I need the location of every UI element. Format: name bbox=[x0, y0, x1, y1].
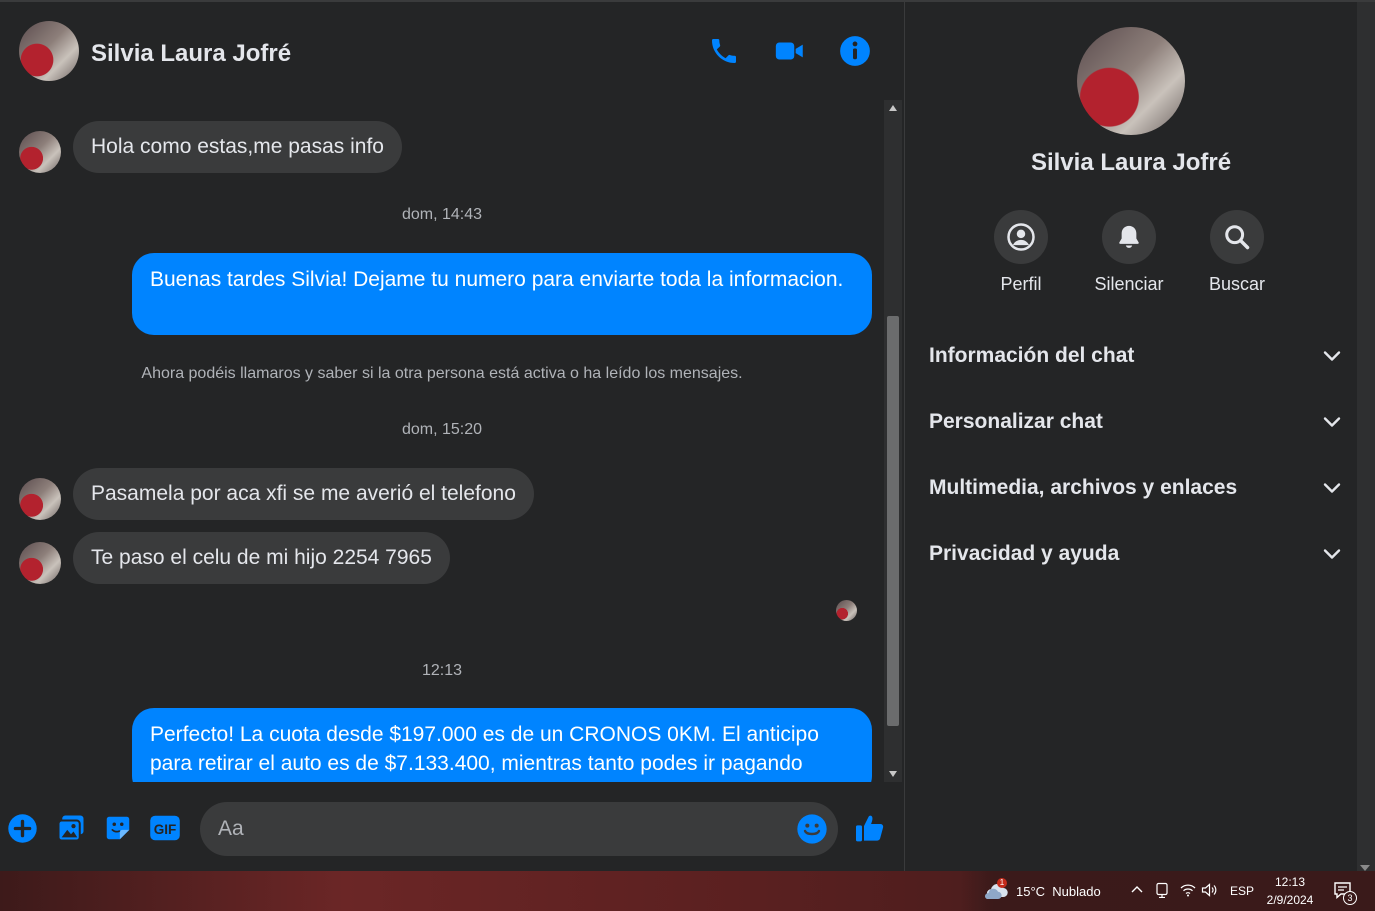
contact-avatar[interactable] bbox=[19, 21, 79, 81]
weather-text[interactable]: 15°C Nublado bbox=[1016, 884, 1101, 899]
sticker-icon bbox=[106, 816, 130, 840]
chat-header: Silvia Laura Jofré bbox=[0, 2, 904, 100]
message-box[interactable] bbox=[200, 802, 838, 856]
panel-scrollbar[interactable] bbox=[1357, 2, 1375, 871]
chevron-down-icon bbox=[1323, 549, 1341, 559]
chevron-down-icon bbox=[1323, 417, 1341, 427]
conversation-info-panel: Silvia Laura Jofré Perfil Silenciar Busc… bbox=[905, 2, 1357, 871]
plus-circle-icon bbox=[7, 813, 37, 843]
section-label: Multimedia, archivos y enlaces bbox=[929, 476, 1238, 499]
seen-indicator-avatar bbox=[836, 600, 857, 621]
sender-avatar[interactable] bbox=[19, 542, 61, 584]
message-list[interactable]: Hola como estas,me pasas info dom, 14:43… bbox=[0, 100, 884, 782]
composer: GIF bbox=[0, 782, 904, 871]
message-scrollbar[interactable] bbox=[884, 100, 902, 782]
timestamp: dom, 14:43 bbox=[401, 206, 483, 223]
volume-icon[interactable] bbox=[1201, 883, 1217, 897]
device-icon[interactable] bbox=[1155, 882, 1169, 898]
emoji-button[interactable] bbox=[796, 813, 828, 845]
section-media-files-links[interactable]: Multimedia, archivos y enlaces bbox=[929, 468, 1341, 508]
gallery-icon bbox=[57, 815, 84, 842]
video-camera-icon bbox=[775, 42, 803, 60]
incoming-message[interactable]: Hola como estas,me pasas info bbox=[73, 121, 402, 173]
sticker-button[interactable] bbox=[102, 812, 134, 844]
section-label: Privacidad y ayuda bbox=[929, 542, 1120, 565]
scroll-up-arrow-icon[interactable] bbox=[884, 102, 902, 114]
attach-photo-button[interactable] bbox=[55, 812, 87, 844]
info-icon bbox=[840, 36, 870, 66]
more-actions-button[interactable] bbox=[6, 812, 38, 844]
outgoing-message[interactable]: Perfecto! La cuota desde $197.000 es de … bbox=[132, 708, 872, 782]
search-action-label: Buscar bbox=[1208, 274, 1266, 294]
chevron-down-icon bbox=[1323, 351, 1341, 361]
section-privacy-help[interactable]: Privacidad y ayuda bbox=[929, 534, 1341, 574]
scroll-down-arrow-icon[interactable] bbox=[884, 768, 902, 780]
search-icon bbox=[1225, 225, 1250, 250]
timestamp: dom, 15:20 bbox=[401, 421, 483, 438]
incoming-message[interactable]: Te paso el celu de mi hijo 2254 7965 bbox=[73, 532, 450, 584]
notification-count-badge: 3 bbox=[1343, 891, 1357, 905]
scroll-thumb[interactable] bbox=[887, 316, 899, 726]
send-like-button[interactable] bbox=[854, 812, 886, 844]
bell-icon bbox=[1119, 225, 1139, 248]
message-input[interactable] bbox=[218, 802, 778, 856]
video-call-button[interactable] bbox=[773, 34, 807, 68]
messenger-window: Silvia Laura Jofré Hola como estas,me pa… bbox=[0, 0, 1375, 871]
profile-icon bbox=[1007, 223, 1035, 251]
thumbs-up-icon bbox=[856, 815, 884, 842]
clock-time[interactable]: 12:13 bbox=[1266, 875, 1314, 889]
gif-icon: GIF bbox=[150, 815, 180, 841]
profile-avatar[interactable] bbox=[1077, 27, 1185, 135]
conversation-info-button[interactable] bbox=[838, 34, 872, 68]
timestamp: 12:13 bbox=[421, 662, 463, 679]
profile-action[interactable]: Perfil bbox=[966, 210, 1076, 295]
svg-text:GIF: GIF bbox=[154, 822, 177, 837]
chevron-up-icon[interactable] bbox=[1131, 885, 1143, 893]
section-customize-chat[interactable]: Personalizar chat bbox=[929, 402, 1341, 442]
gif-button[interactable]: GIF bbox=[149, 812, 181, 844]
contact-name[interactable]: Silvia Laura Jofré bbox=[91, 40, 291, 68]
profile-name: Silvia Laura Jofré bbox=[1030, 149, 1232, 176]
sender-avatar[interactable] bbox=[19, 131, 61, 173]
section-chat-info[interactable]: Información del chat bbox=[929, 336, 1341, 376]
smiley-icon bbox=[797, 814, 827, 844]
profile-action-label: Perfil bbox=[1000, 274, 1042, 294]
weather-badge: 1 bbox=[997, 878, 1007, 888]
call-button[interactable] bbox=[707, 34, 741, 68]
phone-icon bbox=[712, 39, 736, 63]
input-language[interactable]: ESP bbox=[1230, 884, 1254, 898]
chevron-down-icon bbox=[1323, 483, 1341, 493]
section-label: Información del chat bbox=[929, 344, 1135, 367]
section-label: Personalizar chat bbox=[929, 410, 1103, 433]
wifi-icon[interactable] bbox=[1180, 883, 1196, 897]
sender-avatar[interactable] bbox=[19, 478, 61, 520]
search-action[interactable]: Buscar bbox=[1182, 210, 1292, 295]
mute-action[interactable]: Silenciar bbox=[1074, 210, 1184, 295]
clock-date[interactable]: 2/9/2024 bbox=[1262, 893, 1318, 907]
chat-pane: Silvia Laura Jofré Hola como estas,me pa… bbox=[0, 2, 904, 871]
outgoing-message[interactable]: Buenas tardes Silvia! Dejame tu numero p… bbox=[132, 253, 872, 335]
system-notice: Ahora podéis llamaros y saber si la otra… bbox=[141, 365, 743, 382]
mute-action-label: Silenciar bbox=[1094, 274, 1164, 294]
incoming-message[interactable]: Pasamela por aca xfi se me averió el tel… bbox=[73, 468, 534, 520]
